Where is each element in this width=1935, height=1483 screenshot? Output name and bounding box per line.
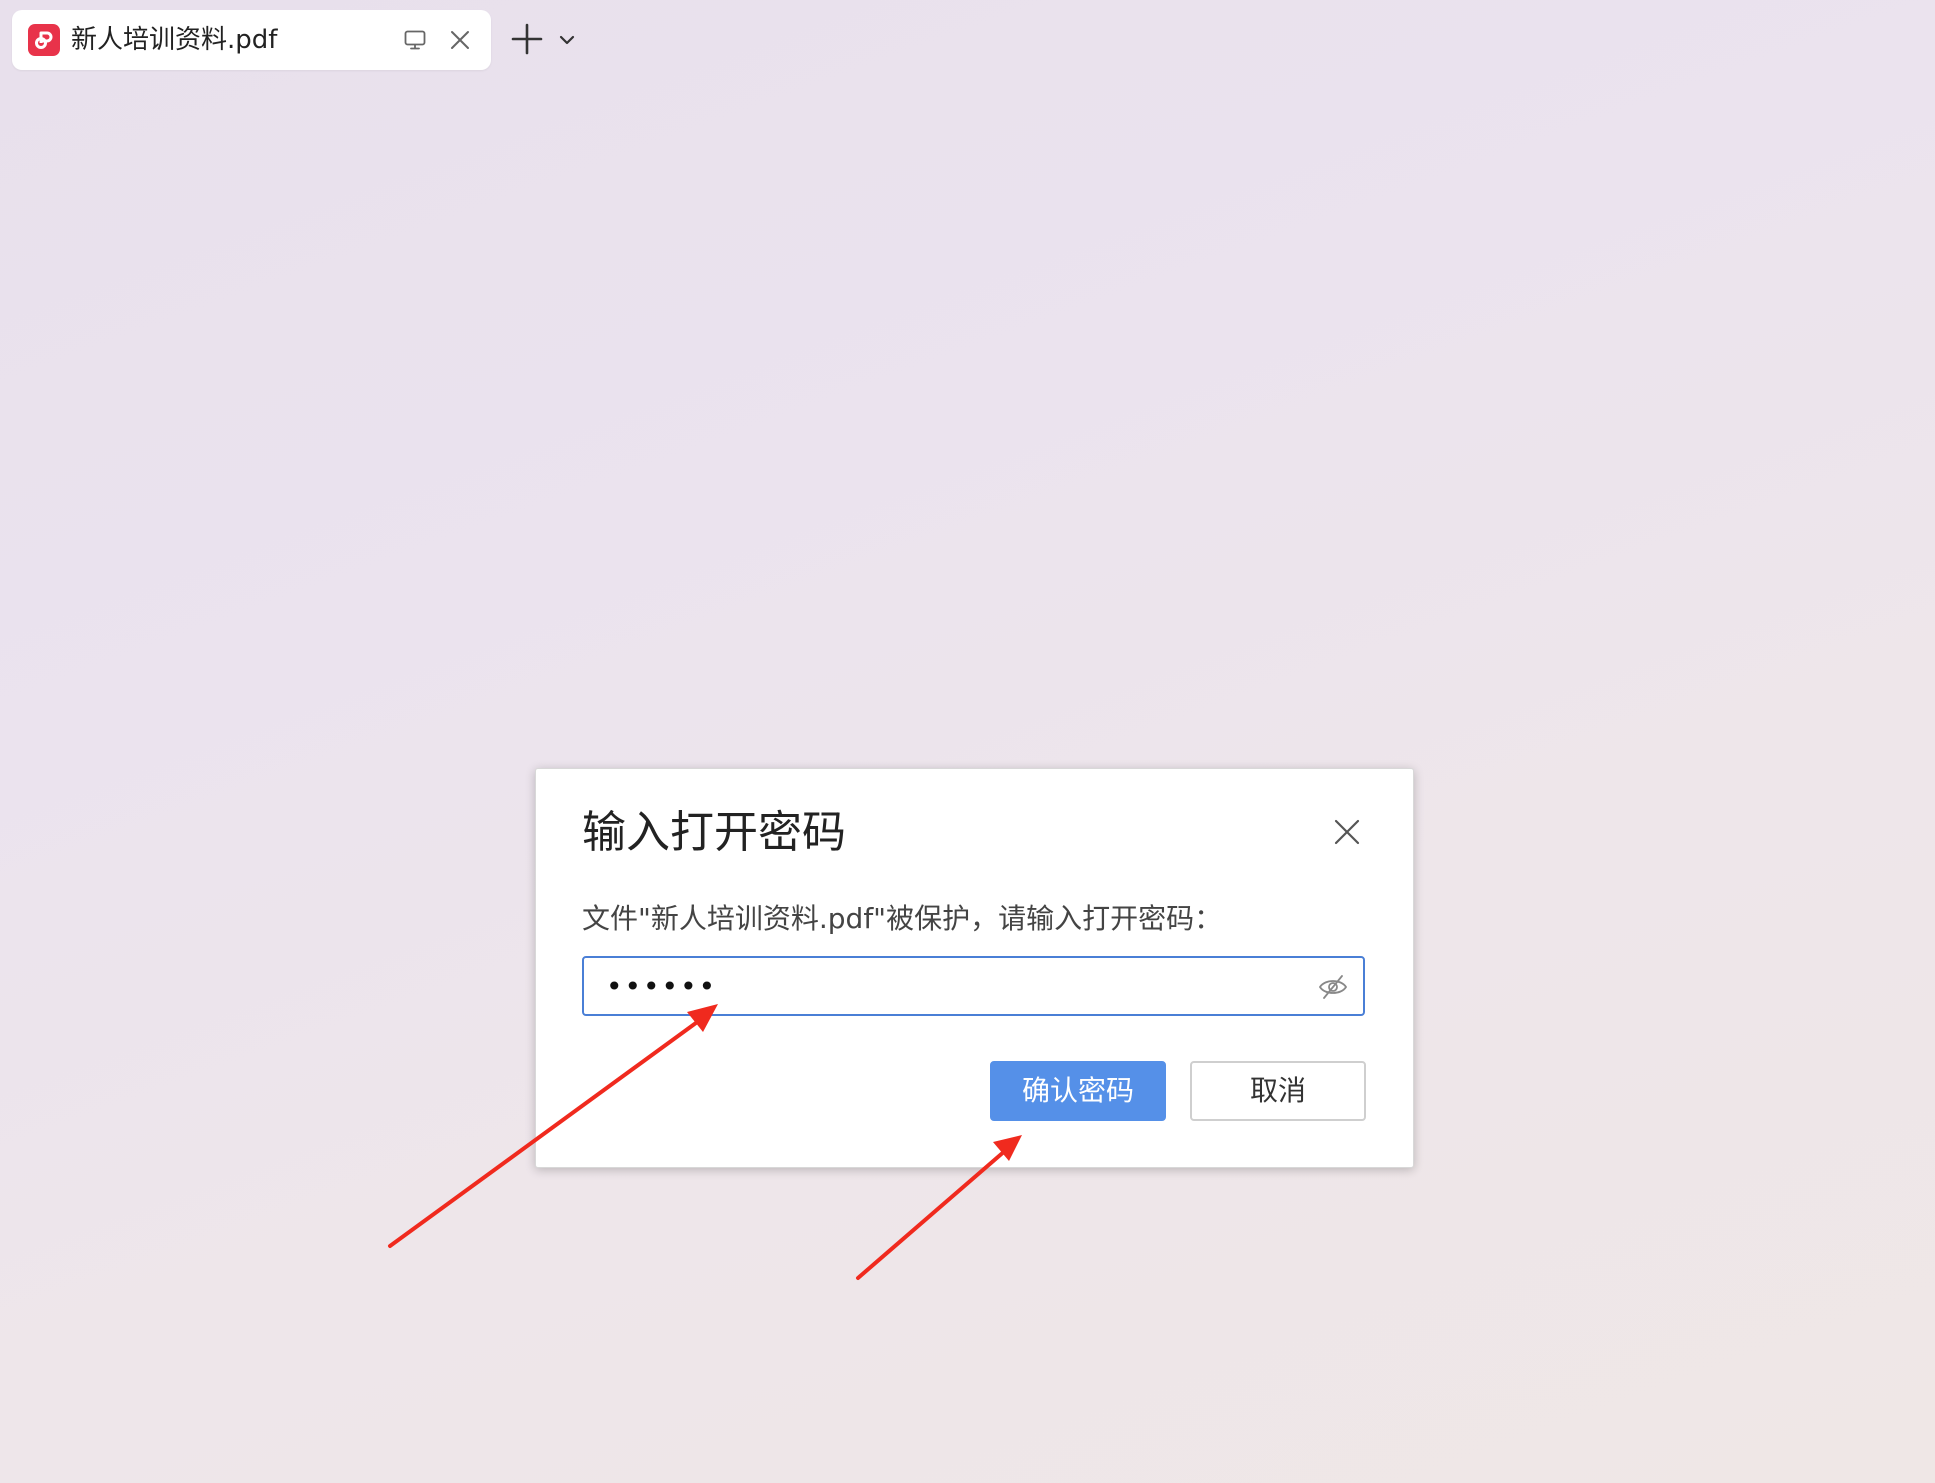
dialog-title: 输入打开密码 xyxy=(582,807,846,858)
eye-slash-icon[interactable] xyxy=(1318,973,1348,1001)
chevron-down-icon[interactable] xyxy=(557,30,577,50)
tab-close-icon[interactable] xyxy=(448,28,472,52)
new-tab-plus-icon[interactable] xyxy=(510,22,544,56)
password-dialog: 输入打开密码 文件"新人培训资料.pdf"被保护，请输入打开密码： 确认密码 取… xyxy=(535,768,1414,1168)
password-input[interactable] xyxy=(582,956,1365,1016)
annotation-overlay xyxy=(388,1004,1022,1280)
pdf-app-icon xyxy=(28,24,60,56)
monitor-icon[interactable] xyxy=(403,28,427,52)
tab-title: 新人培训资料.pdf xyxy=(71,25,278,55)
confirm-password-button[interactable]: 确认密码 xyxy=(990,1061,1166,1121)
document-tab[interactable]: 新人培训资料.pdf xyxy=(12,10,491,70)
dialog-message: 文件"新人培训资料.pdf"被保护，请输入打开密码： xyxy=(582,902,1223,935)
cancel-button[interactable]: 取消 xyxy=(1190,1061,1366,1121)
close-icon[interactable] xyxy=(1332,817,1362,847)
